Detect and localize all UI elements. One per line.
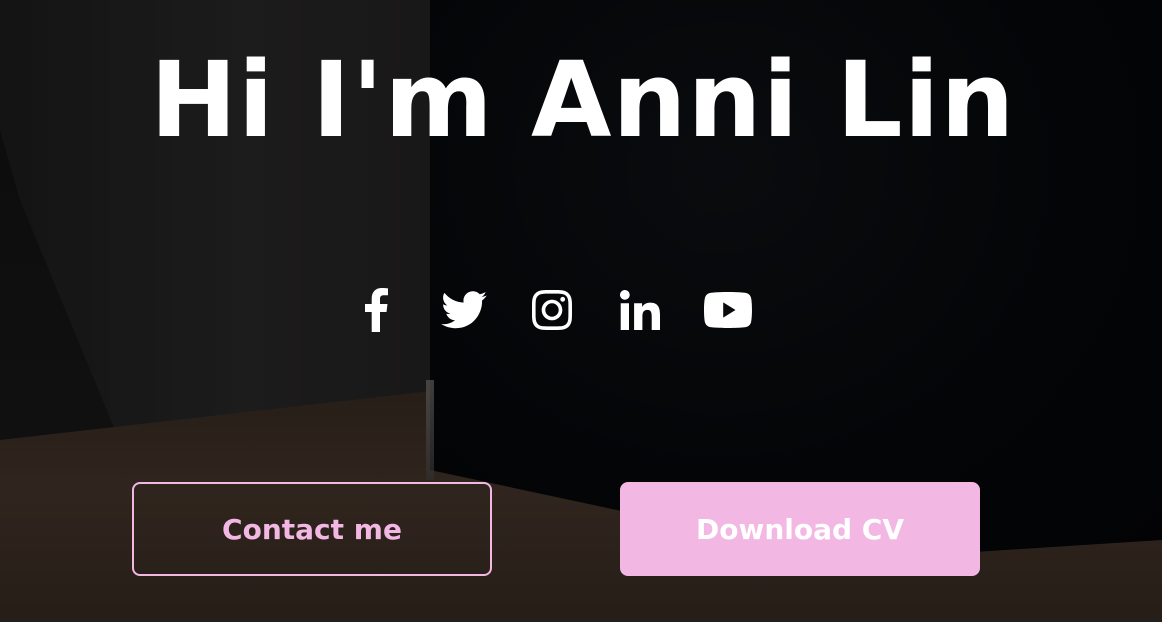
- social-links: [352, 282, 752, 338]
- facebook-icon: [365, 288, 388, 332]
- linkedin-link[interactable]: [616, 282, 664, 338]
- twitter-link[interactable]: [440, 282, 488, 338]
- hero-title: Hi I'm Anni Lin: [150, 39, 1016, 161]
- instagram-link[interactable]: [528, 282, 576, 338]
- hero-section: Hi I'm Anni Lin Contact me Download CV: [0, 0, 1162, 622]
- download-cv-label: Download CV: [695, 512, 905, 546]
- youtube-icon: [704, 292, 752, 328]
- contact-me-label: Contact me: [222, 512, 402, 546]
- download-cv-button[interactable]: Download CV: [620, 482, 980, 576]
- facebook-link[interactable]: [352, 282, 400, 338]
- youtube-link[interactable]: [704, 282, 752, 338]
- contact-me-button[interactable]: Contact me: [132, 482, 492, 576]
- twitter-icon: [441, 291, 487, 329]
- instagram-icon: [532, 290, 572, 330]
- linkedin-icon: [620, 290, 660, 330]
